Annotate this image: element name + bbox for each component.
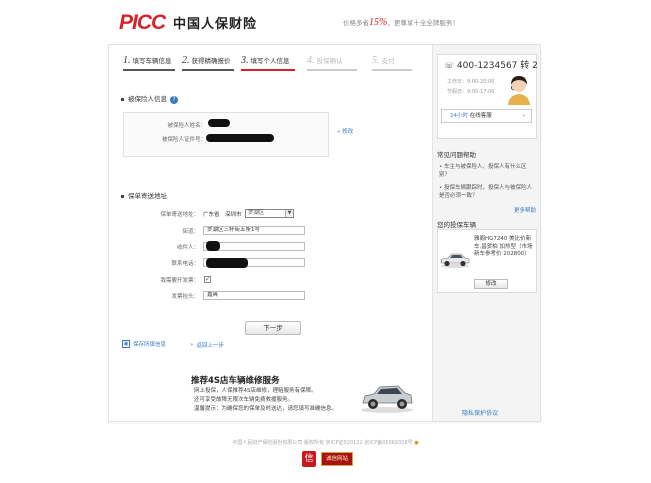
credit-badge[interactable]: 信 xyxy=(302,451,316,467)
save-info-label: 保存所填信息 xyxy=(133,342,167,348)
invoice-checkbox[interactable]: ✓ xyxy=(204,276,211,283)
logo-chinese-name: 中国人保财险 xyxy=(173,17,258,32)
step-label: 获得精确报价 xyxy=(191,57,231,65)
privacy-link[interactable]: 隐私保护协议 xyxy=(462,408,498,417)
invoice-title-input[interactable]: 嘉爽 xyxy=(203,291,305,300)
more-help-link[interactable]: 更多帮助 xyxy=(514,206,536,214)
faq-item-label: 投保车辆跟踪时，投保人与被保险人是否必须一致？ xyxy=(439,185,533,199)
online-service-button[interactable]: 24小时 在线客服 › xyxy=(441,109,532,123)
trusted-site-badge[interactable]: 诚信网站 xyxy=(321,452,353,466)
car-image xyxy=(440,253,470,268)
footer-copyright: 中国人民财产保险股份有限公司 版权所有 京ICP证020122 京ICP备050… xyxy=(0,439,651,446)
back-label: 返回上一步 xyxy=(196,343,224,349)
next-step-button[interactable]: 下一步 xyxy=(245,321,301,335)
my-car-title: 您的投保车辆 xyxy=(437,221,476,229)
online-service-label: 在线客服 xyxy=(469,113,492,119)
insured-name-label: 被保险人姓名： xyxy=(167,123,206,129)
delivery-section-title: 保单寄送地址 xyxy=(121,190,167,200)
suv-image xyxy=(361,385,413,413)
help-icon[interactable]: ? xyxy=(170,96,178,104)
redacted-id xyxy=(206,134,274,142)
step-4: 4. 投保确认 xyxy=(307,55,357,71)
redacted-name xyxy=(208,119,230,127)
insured-section-title: 被保险人信息? xyxy=(121,93,178,104)
header-slogan: 价格多省15%，更尊享十全全牌服务！ xyxy=(343,17,459,28)
hotline: ☏ 400-1234567 转 2 xyxy=(444,58,538,71)
phone-label: 联系电话： xyxy=(171,261,199,267)
step-number: 1. xyxy=(123,55,131,66)
phone-icon: ☏ xyxy=(444,61,455,70)
picc-logo: PICC xyxy=(119,11,166,34)
street-input[interactable]: 罗湖区三杯街五条1号 xyxy=(203,226,305,235)
redacted-phone xyxy=(206,258,248,268)
step-label: 填写个人信息 xyxy=(250,57,290,65)
edit-insured-label: 修改 xyxy=(342,129,354,135)
recipient-label: 收件人： xyxy=(176,245,199,251)
customer-service-avatar xyxy=(508,76,530,105)
promo-line-3: 温馨提示：为确保您的保单及时送达，请您填写准确信息。 xyxy=(194,406,338,412)
address-label: 保单寄送地址： xyxy=(160,212,199,218)
step-1: 1. 填写车辆信息 xyxy=(123,55,175,71)
save-info-link[interactable]: ▣ 保存所填信息 xyxy=(122,340,166,348)
faq-item-2[interactable]: • 投保车辆跟踪时，投保人与被保险人是否必须一致？ xyxy=(439,184,535,200)
copyright-text: 中国人民财产保险股份有限公司 版权所有 京ICP证020122 京ICP备050… xyxy=(232,440,413,446)
step-label: 投保确认 xyxy=(316,57,343,65)
district-select[interactable]: 罗湖区 ▼ xyxy=(245,209,294,218)
dropdown-arrow-icon: ▼ xyxy=(285,210,293,217)
delivery-title-text: 保单寄送地址 xyxy=(128,192,167,200)
step-3: 3. 填写个人信息 xyxy=(241,55,295,71)
bullet-icon xyxy=(121,97,124,101)
step-label: 填写车辆信息 xyxy=(132,57,172,65)
slogan-suffix: ，更尊享十全全牌服务！ xyxy=(387,19,459,27)
slogan-percent: 15% xyxy=(369,17,388,28)
step-2: 2. 获得精确报价 xyxy=(182,55,234,71)
double-chevron-icon: » xyxy=(337,129,341,135)
province-select[interactable]: 广东省 xyxy=(203,210,220,218)
district-value: 罗湖区 xyxy=(248,210,265,216)
back-link[interactable]: » 返回上一步 xyxy=(190,341,224,349)
step-5: 5. 支付 xyxy=(372,55,412,71)
promo-line-2: 还可享受故障无限次车辆免费救援服务。 xyxy=(194,397,294,403)
street-label: 街道： xyxy=(182,229,199,235)
car-description: 雅阁HG7240 美比价新车,昌贺柏 加热型（市场新车参考价 202800） xyxy=(474,236,533,257)
step-label: 支付 xyxy=(381,57,395,65)
invoice-title-label: 发票抬头： xyxy=(171,294,199,300)
modify-car-button[interactable]: 修改 xyxy=(474,279,508,289)
slogan-prefix: 价格多省 xyxy=(343,19,369,27)
double-chevron-icon: » xyxy=(190,342,194,348)
invoice-label: 我需要开发票： xyxy=(160,278,199,284)
bullet-icon xyxy=(121,194,124,198)
online-hours-label: 24小时 xyxy=(450,113,468,119)
police-badge-icon: ● xyxy=(414,440,419,446)
edit-insured-link[interactable]: » 修改 xyxy=(337,127,353,135)
redacted-recipient xyxy=(206,241,220,251)
hotline-number: 400-1234567 转 2 xyxy=(456,61,538,71)
save-icon: ▣ xyxy=(122,340,130,348)
holiday-hours: 节假日：9:00-17:00 xyxy=(447,89,495,95)
insured-title-text: 被保险人信息 xyxy=(128,95,167,103)
faq-item-1[interactable]: • 车主与被保险人、投保人有什么区别？ xyxy=(439,163,535,179)
chevron-right-icon: › xyxy=(522,113,525,119)
step-number: 2. xyxy=(182,55,190,66)
city-select[interactable]: 深圳市 xyxy=(225,210,242,218)
faq-title: 常见问题帮助 xyxy=(437,151,476,159)
workday-hours: 工作日：9:00-20:00 xyxy=(447,79,495,85)
promo-title: 推荐4S店车辆维修服务 xyxy=(191,376,280,386)
step-number: 5. xyxy=(372,55,380,66)
promo-line-1: 网上投保，人保推荐4S店维修，理赔服务有保障。 xyxy=(194,388,317,394)
step-number: 4. xyxy=(307,55,315,66)
insured-id-label: 被保险人证件号： xyxy=(161,137,206,143)
faq-item-label: 车主与被保险人、投保人有什么区别？ xyxy=(439,164,527,178)
step-number: 3. xyxy=(241,55,249,66)
